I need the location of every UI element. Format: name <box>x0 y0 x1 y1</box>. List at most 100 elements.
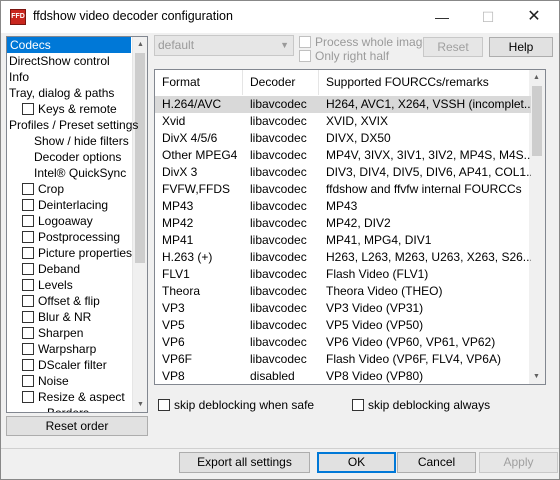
codec-row[interactable]: VP8 disabled VP8 Video (VP80) <box>155 368 531 384</box>
tree-item[interactable]: DirectShow control <box>9 53 110 69</box>
process-whole-image-option[interactable]: Process whole image <box>299 35 429 49</box>
tree-item-checkbox[interactable] <box>22 295 34 307</box>
tree-item[interactable]: Levels <box>22 277 73 293</box>
tree-item[interactable]: Info <box>9 69 29 85</box>
codec-cell: VP8 <box>162 369 185 383</box>
codec-row[interactable]: H.263 (+) libavcodec H263, L263, M263, U26… <box>155 249 531 266</box>
tree-item[interactable]: Warpsharp <box>22 341 96 357</box>
tree-item-checkbox[interactable] <box>22 247 34 259</box>
codec-cell: VP3 <box>162 301 185 315</box>
scroll-up-arrow-icon[interactable]: ▲ <box>133 37 147 52</box>
tree-item[interactable]: Deband <box>22 261 80 277</box>
column-header[interactable]: Supported FOURCCs/remarks <box>319 70 531 95</box>
tree-item[interactable]: Resize & aspect <box>22 389 125 405</box>
tree-item-checkbox[interactable] <box>22 311 34 323</box>
codec-row[interactable]: MP41 libavcodec MP41, MPG4, DIV1 <box>155 232 531 249</box>
reset-button[interactable]: Reset <box>423 37 483 57</box>
tree-item[interactable]: Noise <box>22 373 69 389</box>
codec-row[interactable]: H.264/AVC libavcodec H264, AVC1, X264, VSS… <box>155 96 531 113</box>
ok-button[interactable]: OK <box>317 452 396 473</box>
tree-item[interactable]: Keys & remote <box>22 101 117 117</box>
skip-deblocking-always-option[interactable]: skip deblocking always <box>352 398 490 412</box>
codec-row[interactable]: DivX 4/5/6 libavcodec DIVX, DX50 <box>155 130 531 147</box>
codec-row[interactable]: VP3 libavcodec VP3 Video (VP31) <box>155 300 531 317</box>
tree-item-checkbox[interactable] <box>22 343 34 355</box>
tree-item-checkbox[interactable] <box>22 231 34 243</box>
codec-row[interactable]: VP6F libavcodec Flash Video (VP6F, FLV4, V… <box>155 351 531 368</box>
export-all-settings-button[interactable]: Export all settings <box>179 452 310 473</box>
tree-item-checkbox[interactable] <box>22 263 34 275</box>
settings-tree[interactable]: ▲ ▼ Codecs DirectShow control Info Tray, di… <box>6 36 148 413</box>
title-bar[interactable]: FFD ffdshow video decoder configuration … <box>1 1 559 33</box>
tree-item[interactable]: Tray, dialog & paths <box>9 85 114 101</box>
codec-list-header: Format Decoder Supported FOURCCs/remarks <box>155 70 531 95</box>
tree-item[interactable]: Decoder options <box>34 149 121 165</box>
tree-item[interactable]: Postprocessing <box>22 229 120 245</box>
reset-order-button[interactable]: Reset order <box>6 416 148 436</box>
codec-row[interactable]: Xvid libavcodec XVID, XVIX <box>155 113 531 130</box>
tree-item[interactable]: Deinterlacing <box>22 197 108 213</box>
codec-row[interactable]: Theora libavcodec Theora Video (THEO) <box>155 283 531 300</box>
tree-item[interactable]: Offset & flip <box>22 293 100 309</box>
skip-deblocking-safe-checkbox[interactable] <box>158 399 170 411</box>
tree-item[interactable]: Intel® QuickSync <box>34 165 126 181</box>
process-whole-image-checkbox[interactable] <box>299 36 311 48</box>
apply-button[interactable]: Apply <box>479 452 558 473</box>
codec-cell: VP6 Video (VP60, VP61, VP62) <box>326 335 496 349</box>
cancel-button[interactable]: Cancel <box>397 452 476 473</box>
only-right-half-checkbox[interactable] <box>299 50 311 62</box>
tree-item[interactable]: Codecs <box>7 37 131 53</box>
tree-item-checkbox[interactable] <box>22 215 34 227</box>
tree-item[interactable]: Sharpen <box>22 325 83 341</box>
codec-row[interactable]: MP42 libavcodec MP42, DIV2 <box>155 215 531 232</box>
close-button[interactable]: ✕ <box>511 1 557 33</box>
tree-item-checkbox[interactable] <box>22 103 34 115</box>
tree-item-label: Noise <box>38 374 69 388</box>
codec-list-scroll-thumb[interactable] <box>532 86 542 156</box>
column-header[interactable]: Format <box>155 70 243 95</box>
tree-item[interactable]: Picture properties <box>22 245 132 261</box>
only-right-half-option[interactable]: Only right half <box>299 49 389 63</box>
tree-item[interactable]: Logoaway <box>22 213 93 229</box>
codec-row[interactable]: VP6 libavcodec VP6 Video (VP60, VP61, VP62… <box>155 334 531 351</box>
scroll-down-arrow-icon[interactable]: ▼ <box>529 369 544 384</box>
codec-cell: MP43 <box>326 199 358 213</box>
codec-cell: libavcodec <box>250 216 307 230</box>
tree-item-checkbox[interactable] <box>22 199 34 211</box>
tree-item[interactable]: Show / hide filters <box>34 133 129 149</box>
scroll-up-arrow-icon[interactable]: ▲ <box>529 70 544 85</box>
tree-scrollbar[interactable]: ▲ ▼ <box>132 37 147 412</box>
tree-item-checkbox[interactable] <box>22 359 34 371</box>
codec-cell: DivX 3 <box>162 165 198 179</box>
maximize-button[interactable]: ☐ <box>465 1 511 33</box>
codec-cell: Theora Video (THEO) <box>326 284 443 298</box>
tree-item[interactable]: Blur & NR <box>22 309 91 325</box>
tree-item-checkbox[interactable] <box>22 279 34 291</box>
tree-scroll-thumb[interactable] <box>135 53 145 263</box>
skip-deblocking-always-checkbox[interactable] <box>352 399 364 411</box>
tree-item[interactable]: Crop <box>22 181 64 197</box>
skip-deblocking-safe-option[interactable]: skip deblocking when safe <box>158 398 314 412</box>
preset-combo[interactable]: default ▼ <box>154 35 294 56</box>
tree-item[interactable]: Profiles / Preset settings <box>9 117 138 133</box>
tree-item[interactable]: DScaler filter <box>22 357 107 373</box>
tree-item-checkbox[interactable] <box>22 327 34 339</box>
codec-list[interactable]: Format Decoder Supported FOURCCs/remarks ▲… <box>154 69 546 385</box>
codec-row[interactable]: VP5 libavcodec VP5 Video (VP50) <box>155 317 531 334</box>
codec-row[interactable]: DivX 3 libavcodec DIV3, DIV4, DIV5, DIV6, … <box>155 164 531 181</box>
codec-cell: VP6 <box>162 335 185 349</box>
tree-item-checkbox[interactable] <box>22 183 34 195</box>
codec-list-scrollbar[interactable]: ▲ ▼ <box>529 70 545 384</box>
tree-item-label: Keys & remote <box>38 102 117 116</box>
scroll-down-arrow-icon[interactable]: ▼ <box>133 397 147 412</box>
codec-row[interactable]: FLV1 libavcodec Flash Video (FLV1) <box>155 266 531 283</box>
codec-row[interactable]: Other MPEG4 libavcodec MP4V, 3IVX, 3IV1, 3… <box>155 147 531 164</box>
tree-item-checkbox[interactable] <box>22 391 34 403</box>
column-header[interactable]: Decoder <box>243 70 319 95</box>
codec-row[interactable]: MP43 libavcodec MP43 <box>155 198 531 215</box>
minimize-button[interactable]: — <box>419 1 465 33</box>
tree-item-checkbox[interactable] <box>22 375 34 387</box>
help-button[interactable]: Help <box>489 37 553 57</box>
codec-row[interactable]: FVFW,FFDS libavcodec ffdshow and ffvfw int… <box>155 181 531 198</box>
tree-item[interactable]: Borders <box>47 405 89 412</box>
